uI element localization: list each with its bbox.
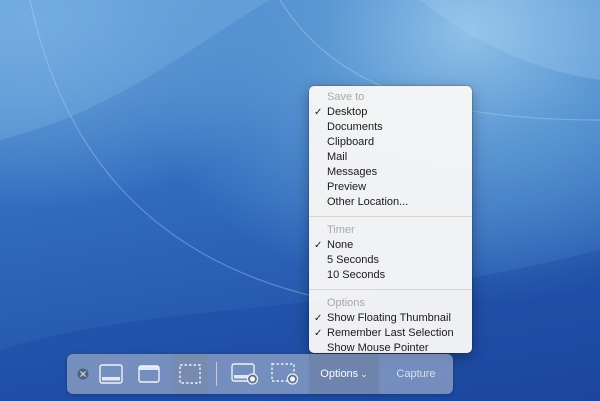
menu-item-label: 10 Seconds <box>327 269 386 281</box>
capture-window-button[interactable] <box>132 354 166 394</box>
menu-item-desktop[interactable]: ✓ Desktop <box>309 105 472 120</box>
record-selection-button[interactable] <box>267 354 303 394</box>
capture-entire-screen-icon <box>99 364 123 384</box>
desktop-wallpaper <box>0 0 600 401</box>
menu-item-label: Mail <box>327 151 348 163</box>
capture-selection-button[interactable] <box>173 354 207 394</box>
menu-item-label: Remember Last Selection <box>327 327 454 339</box>
options-button[interactable]: Options ⌄ <box>309 354 379 394</box>
toolbar-divider <box>216 362 217 386</box>
options-label: Options <box>320 368 359 380</box>
menu-item-mail[interactable]: Mail <box>309 150 472 165</box>
checkmark-icon: ✓ <box>314 328 323 339</box>
menu-header-save-to: Save to <box>327 91 365 103</box>
record-selection-icon <box>271 363 299 385</box>
menu-item-timer-5-seconds[interactable]: 5 Seconds <box>309 253 472 268</box>
checkmark-icon: ✓ <box>314 107 323 118</box>
screenshot-toolbar: Options ⌄ Capture <box>67 354 453 394</box>
close-icon <box>77 368 89 380</box>
record-entire-screen-button[interactable] <box>227 354 263 394</box>
capture-window-icon <box>138 365 160 383</box>
checkmark-icon: ✓ <box>314 313 323 324</box>
menu-item-label: Preview <box>327 181 367 193</box>
capture-selection-icon <box>179 364 201 384</box>
menu-item-timer-10-seconds[interactable]: 10 Seconds <box>309 268 472 283</box>
menu-item-label: Desktop <box>327 106 368 118</box>
menu-item-label: 5 Seconds <box>327 254 379 266</box>
checkmark-icon: ✓ <box>314 240 323 251</box>
menu-item-preview[interactable]: Preview <box>309 180 472 195</box>
capture-entire-screen-button[interactable] <box>94 354 128 394</box>
menu-item-label: Documents <box>327 121 383 133</box>
menu-header-timer: Timer <box>327 224 355 236</box>
menu-item-label: None <box>327 239 354 251</box>
capture-button[interactable]: Capture <box>379 354 453 394</box>
menu-header-options: Options <box>327 297 365 309</box>
menu-item-label: Other Location... <box>327 196 409 208</box>
menu-item-label: Show Floating Thumbnail <box>327 312 451 324</box>
menu-item-documents[interactable]: Documents <box>309 120 472 135</box>
options-menu: Save to ✓ Desktop Documents Clipboard Ma… <box>309 86 472 354</box>
menu-separator <box>309 289 472 290</box>
wallpaper-curves <box>0 0 600 401</box>
menu-item-label: Show Mouse Pointer <box>327 342 429 354</box>
menu-item-remember-last-selection[interactable]: ✓ Remember Last Selection <box>309 326 472 341</box>
capture-label: Capture <box>396 368 436 380</box>
close-button[interactable] <box>73 354 93 394</box>
menu-item-label: Clipboard <box>327 136 375 148</box>
menu-separator <box>309 216 472 217</box>
menu-item-label: Messages <box>327 166 378 178</box>
menu-item-other-location[interactable]: Other Location... <box>309 195 472 210</box>
chevron-down-icon: ⌄ <box>360 368 368 379</box>
menu-item-timer-none[interactable]: ✓ None <box>309 238 472 253</box>
menu-item-clipboard[interactable]: Clipboard <box>309 135 472 150</box>
menu-item-messages[interactable]: Messages <box>309 165 472 180</box>
record-entire-screen-icon <box>231 363 259 385</box>
menu-item-show-floating-thumbnail[interactable]: ✓ Show Floating Thumbnail <box>309 311 472 326</box>
